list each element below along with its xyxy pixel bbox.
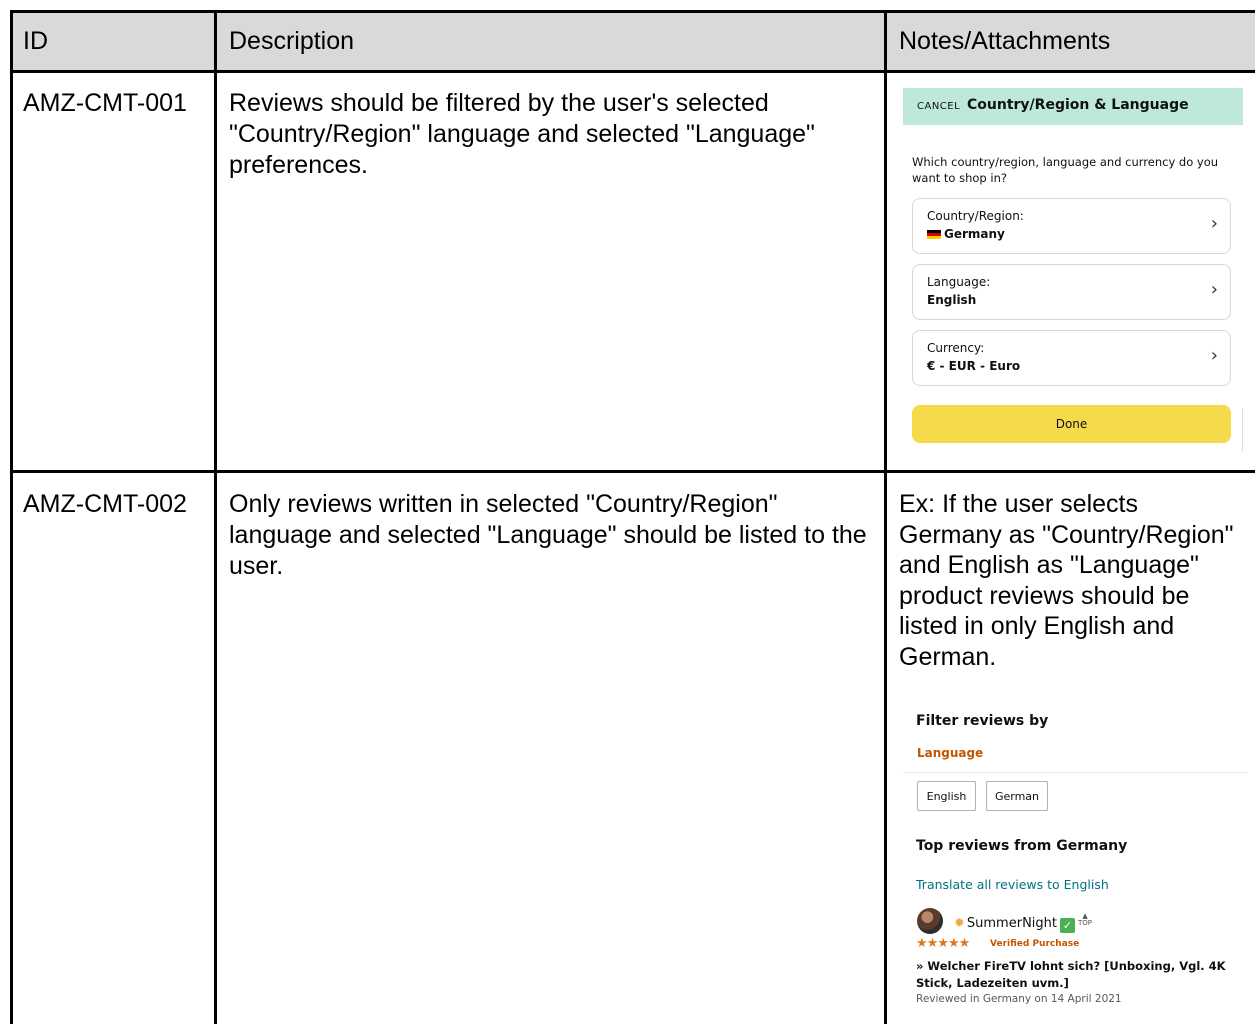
currency-value: € - EUR - Euro [927, 359, 1021, 373]
country-region-value-text: Germany [944, 227, 1005, 241]
chevron-right-icon: › [1210, 279, 1218, 300]
settings-title: Country/Region & Language [967, 97, 1189, 113]
table-border-header [10, 70, 1255, 73]
settings-header: CANCEL Country/Region & Language [903, 88, 1243, 125]
row2-notes: Ex: If the user selects Germany as "Coun… [899, 490, 1234, 671]
currency-label: Currency: [927, 341, 985, 355]
country-region-card[interactable]: Country/Region: Germany › [912, 198, 1231, 254]
table-border-col1 [214, 10, 217, 1024]
translate-reviews-link[interactable]: Translate all reviews to English [916, 877, 1109, 892]
row1-description: Reviews should be filtered by the user's… [229, 89, 815, 179]
star-rating-icon[interactable]: ★★★★★ [916, 936, 970, 951]
language-filter-label: Language [917, 746, 984, 760]
chevron-right-icon: › [1210, 213, 1218, 234]
table-border-row1 [10, 470, 1255, 473]
row2-description: Only reviews written in selected "Countr… [229, 490, 867, 580]
header-description: Description [229, 27, 355, 55]
verified-purchase-badge: Verified Purchase [990, 939, 1080, 949]
row1-id: AMZ-CMT-001 [23, 89, 187, 117]
filter-english-button[interactable]: English [917, 781, 976, 811]
filter-german-button[interactable]: German [986, 781, 1048, 811]
review-author-name: SummerNight [966, 916, 1057, 931]
filter-reviews-title: Filter reviews by [916, 713, 1049, 729]
table-border-col2 [884, 10, 887, 1024]
settings-question: Which country/region, language and curre… [912, 155, 1219, 185]
top-reviewer-badge-text: TOP [1078, 919, 1093, 927]
review-title[interactable]: » Welcher FireTV lohnt sich? [Unboxing, … [916, 958, 1236, 992]
currency-card[interactable]: Currency: € - EUR - Euro › [912, 330, 1231, 386]
reviews-screenshot: Filter reviews by Language English Germa… [903, 708, 1248, 1014]
row2-id: AMZ-CMT-002 [23, 490, 187, 518]
sun-icon: ✹ [954, 916, 965, 931]
language-card[interactable]: Language: English › [912, 264, 1231, 320]
review-date: Reviewed in Germany on 14 April 2021 [916, 993, 1122, 1005]
country-region-label: Country/Region: [927, 209, 1024, 223]
cancel-link[interactable]: CANCEL [917, 101, 960, 112]
header-notes: Notes/Attachments [899, 27, 1111, 55]
table-border-top [10, 10, 1255, 13]
header-id: ID [23, 27, 48, 55]
german-flag-icon [927, 230, 941, 239]
table-border-left [10, 10, 13, 1024]
done-button[interactable]: Done [912, 405, 1231, 443]
avatar[interactable] [917, 908, 943, 934]
country-region-value: Germany [927, 227, 1005, 241]
top-reviewer-badge-icon: ▲ TOP [1078, 912, 1093, 927]
scrollbar-edge [1242, 408, 1243, 452]
review-author[interactable]: ✹ SummerNight ✓▲ TOP [954, 913, 1092, 933]
language-value: English [927, 293, 977, 307]
language-label: Language: [927, 275, 991, 289]
settings-screenshot: CANCEL Country/Region & Language Which c… [903, 88, 1243, 456]
chevron-right-icon: › [1210, 345, 1218, 366]
checkmark-icon: ✓ [1060, 918, 1075, 933]
top-reviews-title: Top reviews from Germany [916, 838, 1128, 854]
